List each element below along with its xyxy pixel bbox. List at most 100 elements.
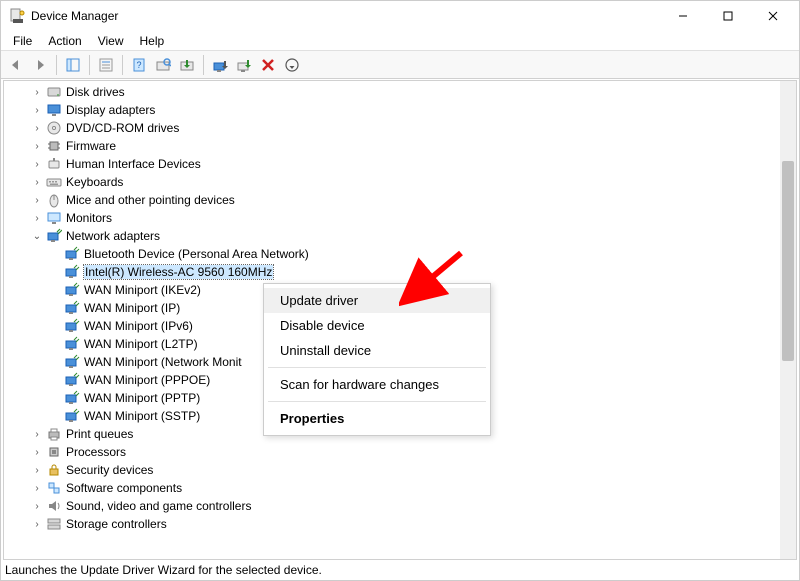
menu-help[interactable]: Help bbox=[132, 34, 173, 48]
net-icon bbox=[64, 390, 80, 406]
chevron-right-icon[interactable]: › bbox=[30, 141, 44, 152]
tree-item-label: WAN Miniport (IPv6) bbox=[84, 319, 193, 333]
tree-item[interactable]: › Human Interface Devices bbox=[4, 155, 780, 173]
tree-item[interactable]: › DVD/CD-ROM drives bbox=[4, 119, 780, 137]
toolbar-sep bbox=[56, 55, 57, 75]
tree-item[interactable]: ›Monitors bbox=[4, 209, 780, 227]
lock-icon bbox=[46, 462, 62, 478]
properties-button[interactable] bbox=[95, 54, 117, 76]
tree-item-label: Mice and other pointing devices bbox=[66, 193, 235, 207]
tree-item-label: WAN Miniport (SSTP) bbox=[84, 409, 200, 423]
toolbar-sep bbox=[122, 55, 123, 75]
menu-view[interactable]: View bbox=[90, 34, 132, 48]
storage-icon bbox=[46, 516, 62, 532]
chevron-right-icon[interactable]: › bbox=[30, 195, 44, 206]
show-hide-tree-button[interactable] bbox=[62, 54, 84, 76]
tree-item-label: WAN Miniport (L2TP) bbox=[84, 337, 198, 351]
chip-icon bbox=[46, 138, 62, 154]
disc-icon bbox=[46, 120, 62, 136]
tree-item-label: Bluetooth Device (Personal Area Network) bbox=[84, 247, 309, 261]
tree-item-label: DVD/CD-ROM drives bbox=[66, 121, 179, 135]
tree-item[interactable]: ⌄ Network adapters bbox=[4, 227, 780, 245]
keyboard-icon bbox=[46, 174, 62, 190]
uninstall-button[interactable] bbox=[257, 54, 279, 76]
tree-item-label: Keyboards bbox=[66, 175, 123, 189]
tree-item[interactable]: › Sound, video and game controllers bbox=[4, 497, 780, 515]
scrollbar-thumb[interactable] bbox=[782, 161, 794, 361]
tree-item[interactable]: › Processors bbox=[4, 443, 780, 461]
tree-item-label: Software components bbox=[66, 481, 182, 495]
chevron-right-icon[interactable]: › bbox=[30, 213, 44, 224]
forward-button[interactable] bbox=[29, 54, 51, 76]
component-icon bbox=[46, 480, 62, 496]
tree-item[interactable]: › Storage controllers bbox=[4, 515, 780, 533]
chevron-right-icon[interactable]: › bbox=[30, 429, 44, 440]
net-icon bbox=[64, 318, 80, 334]
chevron-down-icon[interactable]: ⌄ bbox=[30, 231, 44, 242]
context-menu-item[interactable]: Disable device bbox=[264, 313, 490, 338]
tree-item-label: Print queues bbox=[66, 427, 133, 441]
hid-icon bbox=[46, 156, 62, 172]
tree-item[interactable]: › Software components bbox=[4, 479, 780, 497]
chevron-right-icon[interactable]: › bbox=[30, 177, 44, 188]
tree-item-label: Sound, video and game controllers bbox=[66, 499, 251, 513]
close-button[interactable] bbox=[750, 1, 795, 31]
tree-item-label: Firmware bbox=[66, 139, 116, 153]
tree-item-label: Storage controllers bbox=[66, 517, 167, 531]
menu-action[interactable]: Action bbox=[40, 34, 89, 48]
mouse-icon bbox=[46, 192, 62, 208]
minimize-button[interactable] bbox=[660, 1, 705, 31]
net-icon bbox=[64, 282, 80, 298]
tree-item-label: Network adapters bbox=[66, 229, 160, 243]
disable-button[interactable] bbox=[209, 54, 231, 76]
chevron-right-icon[interactable]: › bbox=[30, 87, 44, 98]
chevron-right-icon[interactable]: › bbox=[30, 465, 44, 476]
tree-item-label: Display adapters bbox=[66, 103, 155, 117]
tree-item-label: Human Interface Devices bbox=[66, 157, 201, 171]
context-menu-item[interactable]: Uninstall device bbox=[264, 338, 490, 363]
tree-item-label: WAN Miniport (IP) bbox=[84, 301, 180, 315]
disk-icon bbox=[46, 84, 62, 100]
net-icon bbox=[64, 372, 80, 388]
tree-item-label: WAN Miniport (Network Monit bbox=[84, 355, 242, 369]
update-driver-button[interactable] bbox=[176, 54, 198, 76]
tree-item[interactable]: › Display adapters bbox=[4, 101, 780, 119]
toolbar: ? bbox=[1, 51, 799, 79]
context-menu-item[interactable]: Scan for hardware changes bbox=[264, 372, 490, 397]
chevron-right-icon[interactable]: › bbox=[30, 519, 44, 530]
back-button[interactable] bbox=[5, 54, 27, 76]
scan-hardware-button[interactable] bbox=[152, 54, 174, 76]
chevron-right-icon[interactable]: › bbox=[30, 123, 44, 134]
tree-item-label: WAN Miniport (PPPOE) bbox=[84, 373, 210, 387]
menu-file[interactable]: File bbox=[5, 34, 40, 48]
context-menu-item[interactable]: Properties bbox=[264, 406, 490, 431]
tree-item-label: Disk drives bbox=[66, 85, 125, 99]
chevron-right-icon[interactable]: › bbox=[30, 105, 44, 116]
toolbar-sep bbox=[89, 55, 90, 75]
toolbar-sep bbox=[203, 55, 204, 75]
net-icon bbox=[64, 354, 80, 370]
context-menu-item[interactable]: Update driver bbox=[264, 288, 490, 313]
menubar: File Action View Help bbox=[1, 31, 799, 51]
tree-item[interactable]: Intel(R) Wireless-AC 9560 160MHz bbox=[4, 263, 780, 281]
maximize-button[interactable] bbox=[705, 1, 750, 31]
tree-item[interactable]: › Mice and other pointing devices bbox=[4, 191, 780, 209]
tree-item[interactable]: › Disk drives bbox=[4, 83, 780, 101]
chevron-right-icon[interactable]: › bbox=[30, 483, 44, 494]
tree-item[interactable]: › Firmware bbox=[4, 137, 780, 155]
network-icon bbox=[46, 228, 62, 244]
help-button[interactable]: ? bbox=[128, 54, 150, 76]
tree-item-label: Security devices bbox=[66, 463, 153, 477]
enable-button[interactable] bbox=[233, 54, 255, 76]
chevron-right-icon[interactable]: › bbox=[30, 501, 44, 512]
tree-item[interactable]: › Keyboards bbox=[4, 173, 780, 191]
additional-button[interactable] bbox=[281, 54, 303, 76]
chevron-right-icon[interactable]: › bbox=[30, 447, 44, 458]
net-icon bbox=[64, 408, 80, 424]
vertical-scrollbar[interactable] bbox=[780, 81, 796, 559]
tree-item-label: Processors bbox=[66, 445, 126, 459]
net-icon bbox=[64, 300, 80, 316]
tree-item[interactable]: › Security devices bbox=[4, 461, 780, 479]
chevron-right-icon[interactable]: › bbox=[30, 159, 44, 170]
tree-item[interactable]: Bluetooth Device (Personal Area Network) bbox=[4, 245, 780, 263]
